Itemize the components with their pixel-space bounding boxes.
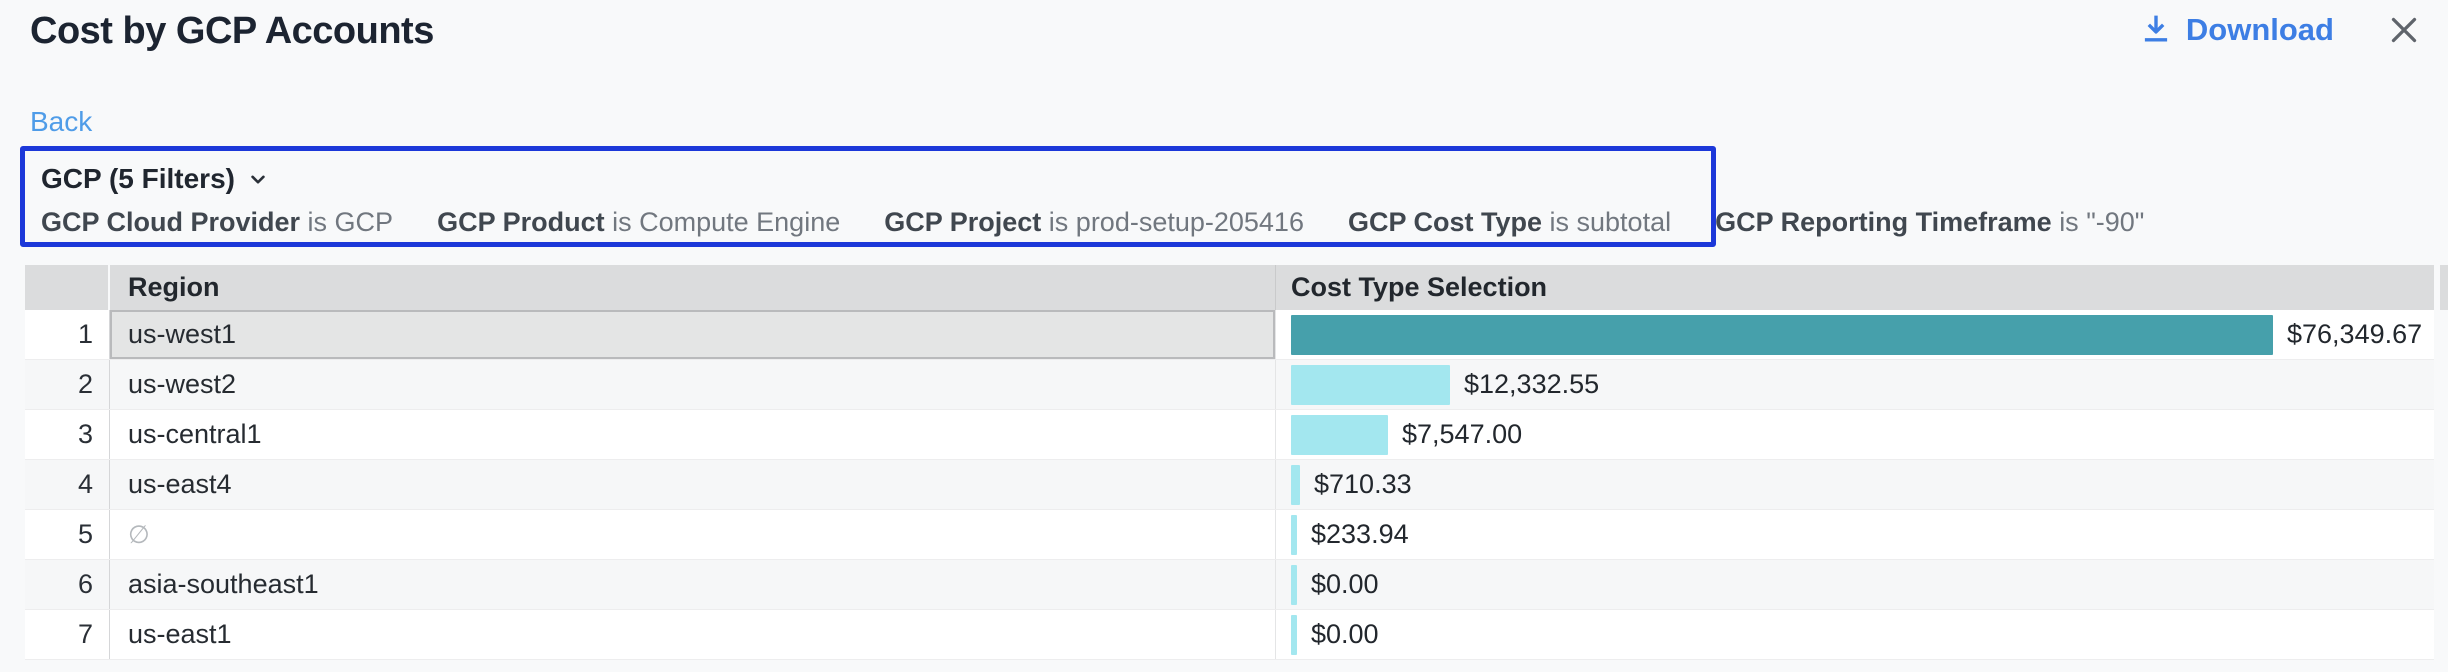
cost-table: Region Cost Type Selection 1us-west1 $76,… [25,265,2434,660]
filter-chip-label: GCP Project [884,207,1049,237]
cost-value: $233.94 [1311,519,1409,550]
chevron-down-icon [245,166,271,192]
row-index: 3 [25,410,110,459]
cost-column-header[interactable]: Cost Type Selection [1275,265,2434,310]
filter-chip-label: GCP Cloud Provider [41,207,308,237]
table-row: 1us-west1 $76,349.67 [25,310,2434,360]
close-icon[interactable] [2386,12,2422,48]
cost-cell[interactable]: $76,349.67 [1275,310,2434,359]
cost-by-gcp-accounts-panel: Cost by GCP Accounts Download Back GCP (… [0,0,2448,672]
cost-bar [1291,365,1450,405]
table-header-row: Region Cost Type Selection [25,265,2434,310]
scrollbar-corner [2440,265,2448,310]
cost-cell[interactable]: $710.33 [1275,460,2434,509]
table-row: 4us-east4 $710.33 [25,460,2434,510]
row-index: 1 [25,310,110,359]
panel-header: Cost by GCP Accounts Download [0,0,2448,70]
filter-chip: GCP Cloud Provider is GCP [41,207,393,238]
row-index: 2 [25,360,110,409]
table-row: 2us-west2 $12,332.55 [25,360,2434,410]
cost-cell[interactable]: $233.94 [1275,510,2434,559]
region-cell[interactable]: us-central1 [110,410,1275,459]
cost-bar [1291,515,1297,555]
cost-cell[interactable]: $7,547.00 [1275,410,2434,459]
region-column-header[interactable]: Region [110,265,1275,310]
filter-chip: GCP Cost Type is subtotal [1348,207,1671,238]
filter-chip-label: GCP Reporting Timeframe [1715,207,2059,237]
page-title: Cost by GCP Accounts [30,10,434,53]
row-index: 6 [25,560,110,609]
region-cell[interactable]: us-east1 [110,610,1275,659]
filter-chip-condition: is prod-setup-205416 [1049,207,1304,237]
download-label: Download [2186,12,2334,48]
filter-summary-label: GCP (5 Filters) [41,163,235,195]
cost-bar [1291,615,1297,655]
table-row: 5∅ $233.94 [25,510,2434,560]
filter-chip-condition: is "-90" [2059,207,2144,237]
filter-summary-dropdown[interactable]: GCP (5 Filters) [41,161,1695,197]
region-cell[interactable]: us-east4 [110,460,1275,509]
filter-chip-label: GCP Product [437,207,612,237]
cost-value: $76,349.67 [2287,319,2422,350]
table-row: 7us-east1 $0.00 [25,610,2434,660]
filter-chip-condition: is Compute Engine [612,207,840,237]
filter-chip-label: GCP Cost Type [1348,207,1550,237]
cost-value: $12,332.55 [1464,369,1599,400]
row-index: 4 [25,460,110,509]
cost-bar [1291,415,1388,455]
table-row: 3us-central1 $7,547.00 [25,410,2434,460]
download-button[interactable]: Download [2140,12,2334,48]
filter-chip: GCP Reporting Timeframe is "-90" [1715,207,2144,238]
cost-value: $0.00 [1311,619,1379,650]
cost-value: $0.00 [1311,569,1379,600]
table-body: 1us-west1$76,349.672us-west2$12,332.553u… [25,310,2434,660]
filter-chip-list: GCP Cloud Provider is GCP GCP Product is … [41,207,1695,238]
filter-chip-condition: is GCP [308,207,394,237]
filters-highlight-box: GCP (5 Filters) GCP Cloud Provider is GC… [20,146,1716,247]
cost-value: $7,547.00 [1402,419,1522,450]
region-cell[interactable]: asia-southeast1 [110,560,1275,609]
row-index: 5 [25,510,110,559]
row-number-column-header [25,265,110,310]
cost-bar [1291,315,2273,355]
row-index: 7 [25,610,110,659]
back-link[interactable]: Back [30,106,92,138]
region-cell[interactable]: ∅ [110,510,1275,559]
cost-value: $710.33 [1314,469,1412,500]
table-row: 6asia-southeast1 $0.00 [25,560,2434,610]
cost-cell[interactable]: $12,332.55 [1275,360,2434,409]
cost-bar [1291,565,1297,605]
cost-bar [1291,465,1300,505]
filter-chip: GCP Product is Compute Engine [437,207,840,238]
cost-cell[interactable]: $0.00 [1275,560,2434,609]
cost-cell[interactable]: $0.00 [1275,610,2434,659]
download-icon [2140,13,2172,47]
region-cell[interactable]: us-west2 [110,360,1275,409]
filter-chip-condition: is subtotal [1550,207,1672,237]
region-cell[interactable]: us-west1 [110,310,1275,359]
filter-chip: GCP Project is prod-setup-205416 [884,207,1304,238]
